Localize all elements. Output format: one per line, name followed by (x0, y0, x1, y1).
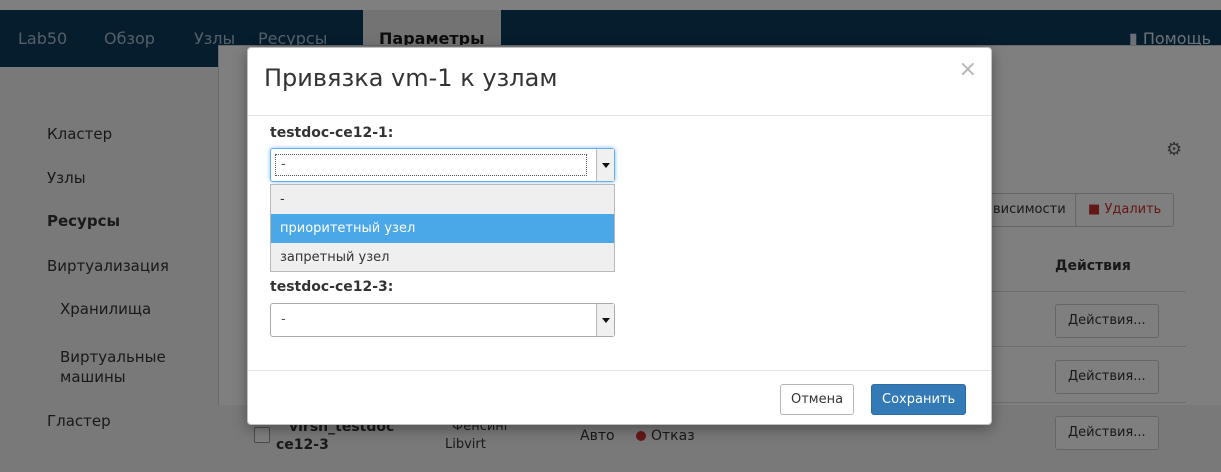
node1-select[interactable]: - (270, 148, 615, 182)
focus-ring (275, 154, 587, 176)
field-label-node3: testdoc-ce12-3: (270, 279, 394, 295)
cancel-button[interactable]: Отмена (780, 384, 855, 415)
modal-footer: Отмена Сохранить (248, 370, 991, 425)
chevron-down-icon (596, 149, 614, 181)
dropdown-option-forbidden[interactable]: запретный узел (271, 243, 614, 272)
chevron-down-icon (596, 304, 614, 336)
save-button[interactable]: Сохранить (871, 384, 967, 415)
dropdown-option-preferred[interactable]: приоритетный узел (271, 214, 614, 243)
modal-header: Привязка vm-1 к узлам × (248, 48, 991, 116)
dropdown-option-none[interactable]: - (271, 185, 614, 214)
node3-select-value: - (281, 312, 286, 327)
field-label-node1: testdoc-ce12-1: (270, 125, 394, 141)
node1-dropdown-list: - приоритетный узел запретный узел (270, 184, 615, 272)
node3-select[interactable]: - (270, 303, 615, 337)
node1-select-value: - (281, 157, 286, 172)
close-icon[interactable]: × (959, 58, 977, 82)
modal-dialog: Привязка vm-1 к узлам × testdoc-ce12-1: … (247, 47, 992, 425)
modal-title: Привязка vm-1 к узлам (264, 64, 558, 92)
